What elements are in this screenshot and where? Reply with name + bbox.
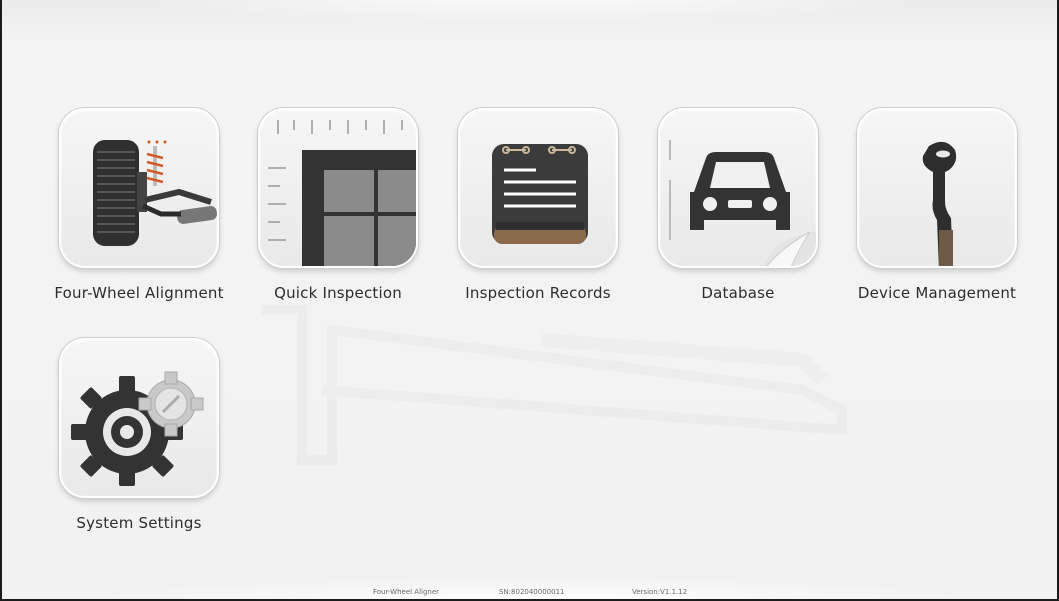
menu-item-label: System Settings xyxy=(76,514,202,532)
footer-serial-number: SN:802040000011 xyxy=(499,588,565,596)
icon-tile[interactable] xyxy=(658,108,818,268)
app-window: Four-Wheel Alignment Quick Inspection In… xyxy=(0,0,1059,601)
clamp-device-icon xyxy=(922,141,957,266)
gears-settings-icon xyxy=(71,371,204,486)
icon-tile[interactable] xyxy=(458,108,618,268)
clipboard-records-icon xyxy=(492,144,588,244)
wheel-alignment-icon xyxy=(93,140,217,246)
footer-product-name: Four-Wheel Aligner xyxy=(373,588,440,596)
car-database-icon xyxy=(669,140,816,266)
ruler-grid-icon xyxy=(268,120,416,266)
icon-tile[interactable] xyxy=(59,108,219,268)
top-highlight xyxy=(122,0,942,24)
footer-version: Version:V1.1.12 xyxy=(632,588,688,596)
menu-item-label: Device Management xyxy=(857,284,1017,302)
icon-tile[interactable] xyxy=(59,338,219,498)
icon-tile[interactable] xyxy=(857,108,1017,268)
icon-tile[interactable] xyxy=(258,108,418,268)
